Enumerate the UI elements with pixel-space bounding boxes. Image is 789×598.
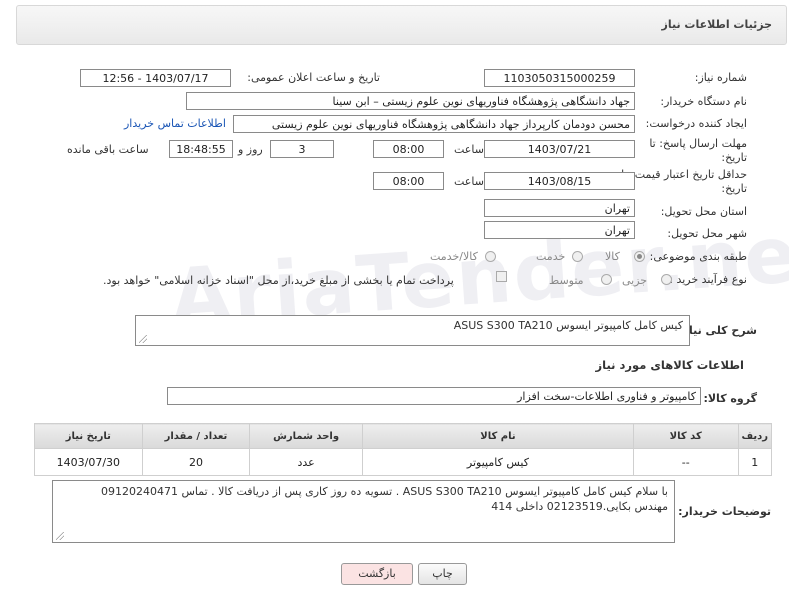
buyer-notes-textarea[interactable]: با سلام کیس کامل کامپیوتر ایسوس ASUS S30…	[52, 480, 675, 543]
buyer-contact-link[interactable]: اطلاعات تماس خریدار	[124, 117, 226, 130]
treasury-payment-note: پرداخت تمام یا بخشی از مبلغ خرید،از محل …	[103, 274, 454, 287]
goods-group-label: گروه کالا:	[703, 392, 757, 405]
price-validity-date-field[interactable]: 1403/08/15	[484, 172, 635, 190]
announce-datetime-label: تاریخ و ساعت اعلان عمومی:	[247, 71, 380, 84]
table-header-row: ردیف کد کالا نام کالا واحد شمارش تعداد /…	[34, 423, 772, 449]
price-validity-label-date: تاریخ:	[721, 182, 747, 195]
cell-unit: عدد	[249, 448, 363, 476]
col-header-unit: واحد شمارش	[249, 423, 363, 449]
buyer-notes-line2: مهندس بکایی.02123519 داخلی 414	[491, 500, 668, 513]
buyer-org-field[interactable]: جهاد دانشگاهی پژوهشگاه فناوریهای نوین عل…	[186, 92, 635, 110]
category-goods-service-label: کالا/خدمت	[430, 250, 478, 263]
need-number-label: شماره نیاز:	[694, 71, 747, 84]
buyer-notes-label: توضیحات خریدار:	[678, 505, 771, 518]
cell-code: --	[632, 448, 739, 476]
col-header-row-number: ردیف	[737, 423, 772, 449]
buyer-notes-line1: با سلام کیس کامل کامپیوتر ایسوس ASUS S30…	[100, 485, 668, 498]
col-header-code: کد کالا	[632, 423, 739, 449]
purchase-minor-label: جزیی	[622, 274, 648, 287]
resize-handle-icon[interactable]	[56, 532, 64, 540]
category-service-label: خدمت	[536, 250, 566, 263]
reply-deadline-time-label: ساعت	[454, 143, 484, 156]
purchase-medium-label: متوسط	[549, 274, 584, 287]
announce-datetime-field[interactable]: 1403/07/17 - 12:56	[80, 69, 231, 87]
reply-deadline-label: مهلت ارسال پاسخ: تا	[649, 137, 747, 150]
summary-label: شرح کلی نیاز:	[678, 324, 757, 337]
table-row[interactable]: 1 -- کیس کامپیوتر عدد 20 1403/07/30	[34, 448, 772, 476]
col-header-need-date: تاریخ نیاز	[34, 423, 143, 449]
requester-field[interactable]: محسن دودمان کارپرداز جهاد دانشگاهی پژوهش…	[233, 115, 635, 133]
buyer-org-label: نام دستگاه خریدار:	[660, 95, 747, 108]
delivery-city-label: شهر محل تحویل:	[667, 227, 747, 240]
reply-deadline-label-date: تاریخ:	[721, 151, 747, 164]
reply-deadline-time-field[interactable]: 08:00	[373, 140, 444, 158]
need-number-field[interactable]: 1103050315000259	[484, 69, 635, 87]
delivery-province-label: استان محل تحویل:	[660, 205, 747, 218]
cell-quantity: 20	[141, 448, 251, 476]
details-panel-header: جزئیات اطلاعات نیاز	[16, 5, 787, 45]
cell-row-number: 1	[737, 448, 772, 476]
remaining-time-label: ساعت باقی مانده	[67, 143, 149, 156]
purchase-type-label: نوع فرآیند خرید :	[669, 273, 747, 286]
treasury-payment-checkbox[interactable]	[496, 271, 507, 282]
price-validity-time-label: ساعت	[454, 175, 484, 188]
delivery-city-field[interactable]: تهران	[484, 221, 635, 239]
cell-name: کیس کامپیوتر	[361, 448, 634, 476]
purchase-medium-radio[interactable]	[601, 274, 612, 285]
category-service-radio[interactable]	[572, 251, 583, 262]
print-button[interactable]: چاپ	[418, 563, 467, 585]
requester-label: ایجاد کننده درخواست:	[645, 117, 747, 130]
reply-days-label: روز و	[238, 143, 263, 156]
goods-section-title: اطلاعات کالاهای مورد نیاز	[595, 358, 744, 372]
category-goods-label: کالا	[605, 250, 620, 263]
reply-deadline-date-field[interactable]: 1403/07/21	[484, 140, 635, 158]
summary-text: کیس کامل کامپیوتر ایسوس ASUS S300 TA210	[453, 319, 683, 332]
summary-textarea[interactable]: کیس کامل کامپیوتر ایسوس ASUS S300 TA210	[135, 315, 690, 346]
category-goods-radio[interactable]	[634, 251, 645, 262]
goods-table: ردیف کد کالا نام کالا واحد شمارش تعداد /…	[34, 423, 772, 476]
purchase-minor-radio[interactable]	[661, 274, 672, 285]
delivery-province-field[interactable]: تهران	[484, 199, 635, 217]
panel-title: جزئیات اطلاعات نیاز	[661, 18, 773, 31]
col-header-name: نام کالا	[361, 423, 634, 449]
price-validity-time-field[interactable]: 08:00	[373, 172, 444, 190]
goods-group-field[interactable]: کامپیوتر و فناوری اطلاعات-سخت افزار	[167, 387, 701, 405]
category-goods-service-radio[interactable]	[485, 251, 496, 262]
back-button[interactable]: بازگشت	[341, 563, 413, 585]
price-validity-label: حداقل تاریخ اعتبار قیمت: تا	[621, 168, 747, 181]
resize-handle-icon[interactable]	[139, 335, 147, 343]
col-header-quantity: تعداد / مقدار	[141, 423, 251, 449]
cell-need-date: 1403/07/30	[34, 448, 143, 476]
category-label: طبقه بندی موضوعی:	[649, 250, 747, 263]
reply-days-field[interactable]: 3	[270, 140, 334, 158]
remaining-time-field[interactable]: 18:48:55	[169, 140, 233, 158]
